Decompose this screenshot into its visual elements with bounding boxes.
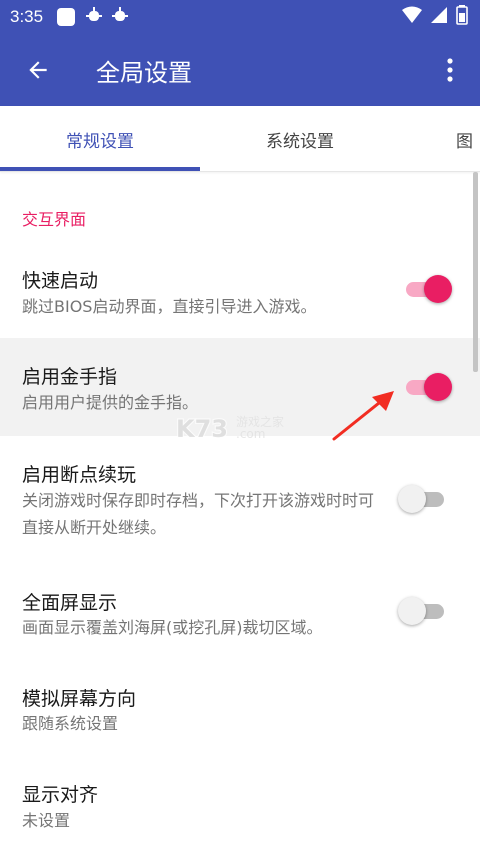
bug-notification-icon-2 <box>111 6 129 29</box>
tab-general-label: 常规设置 <box>66 131 134 152</box>
tab-indicator <box>0 167 200 171</box>
pref-display-alignment[interactable]: 显示对齐 未设置 <box>0 758 480 855</box>
pref-quick-start[interactable]: 快速启动 跳过BIOS启动界面，直接引导进入游戏。 <box>0 242 480 338</box>
section-header-interaction: 交互界面 <box>22 210 87 229</box>
k73-watermark-logo: K73 K73 游戏之家 .com <box>175 413 316 444</box>
red-annotation-arrow-icon <box>332 391 394 441</box>
notification-square-icon <box>57 8 76 26</box>
tab-graphics-label: 图 <box>456 131 473 152</box>
pref-summary: 画面显示覆盖刘海屏(或挖孔屏)裁切区域。 <box>22 618 323 637</box>
tab-general[interactable]: 常规设置 <box>0 106 200 172</box>
settings-list[interactable]: 交互界面 快速启动 跳过BIOS启动界面，直接引导进入游戏。 启用金手指 启用用… <box>0 172 480 855</box>
switch-thumb <box>398 597 426 625</box>
pref-summary: 跳过BIOS启动界面，直接引导进入游戏。 <box>22 297 317 316</box>
arrow-left-icon <box>29 61 47 79</box>
app-toolbar: 全局设置 <box>0 34 480 106</box>
pref-resume-play[interactable]: 启用断点续玩 关闭游戏时保存即时存档，下次打开该游戏时时可直接从断开处继续。 <box>0 436 480 556</box>
pref-title: 启用断点续玩 <box>22 464 137 486</box>
watermark-domain: .com <box>236 427 266 441</box>
resume-play-switch[interactable] <box>398 482 450 516</box>
status-bar: 3:35 <box>0 0 480 34</box>
pref-title: 启用金手指 <box>22 366 118 388</box>
page-title: 全局设置 <box>96 58 192 87</box>
pref-summary: 跟随系统设置 <box>22 714 119 733</box>
tab-system[interactable]: 系统设置 <box>200 106 400 172</box>
pref-summary: 关闭游戏时保存即时存档，下次打开该游戏时时可直接从断开处继续。 <box>22 491 375 537</box>
pref-screen-orientation[interactable]: 模拟屏幕方向 跟随系统设置 <box>0 662 480 758</box>
switch-thumb <box>424 373 452 401</box>
pref-title: 显示对齐 <box>22 784 99 806</box>
back-button[interactable] <box>0 34 76 106</box>
fullscreen-display-switch[interactable] <box>398 594 450 628</box>
tab-system-label: 系统设置 <box>266 131 334 152</box>
pref-fullscreen-display[interactable]: 全面屏显示 画面显示覆盖刘海屏(或挖孔屏)裁切区域。 <box>0 566 480 662</box>
svg-text:K73: K73 <box>176 415 228 443</box>
switch-thumb <box>424 275 452 303</box>
pref-title: 全面屏显示 <box>22 592 118 614</box>
status-time: 3:35 <box>10 7 44 26</box>
signal-icon <box>430 6 448 29</box>
more-vertical-icon <box>447 58 453 82</box>
quick-start-switch[interactable] <box>402 272 454 306</box>
scrollbar[interactable] <box>473 172 478 372</box>
pref-title: 快速启动 <box>22 270 99 292</box>
switch-thumb <box>398 485 426 513</box>
pref-title: 模拟屏幕方向 <box>22 688 137 710</box>
pref-summary: 未设置 <box>22 811 71 830</box>
tab-graphics[interactable]: 图 <box>456 106 480 172</box>
wifi-icon <box>402 6 422 29</box>
battery-icon <box>456 4 468 30</box>
bug-notification-icon <box>85 6 103 29</box>
overflow-menu-button[interactable] <box>420 34 480 106</box>
settings-tabs: 常规设置 系统设置 图 <box>0 106 480 172</box>
